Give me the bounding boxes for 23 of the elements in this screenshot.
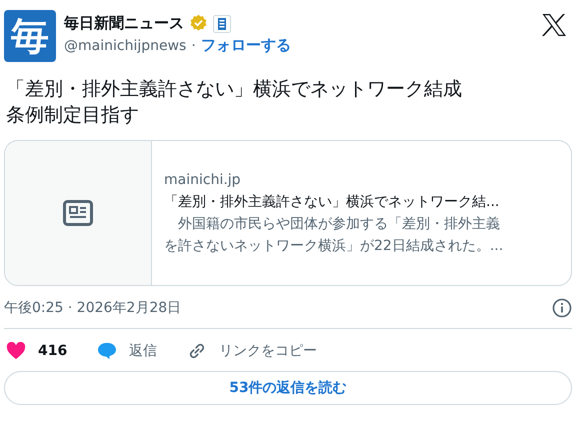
link-domain: mainichi.jp: [164, 170, 242, 190]
timestamp[interactable]: 午後0:25 · 2026年2月28日: [4, 299, 182, 317]
link-title: 「差別・排外主義許さない」横浜でネットワーク結...: [164, 192, 500, 212]
x-logo-icon[interactable]: [542, 14, 566, 36]
copy-button[interactable]: リンクをコピー: [187, 341, 318, 361]
newspaper-badge-icon: [213, 14, 231, 32]
heart-icon: [6, 342, 26, 360]
tweet-text: 「差別・排外主義許さない」横浜でネットワーク結成: [6, 77, 463, 102]
avatar-logo[interactable]: 毎: [4, 10, 56, 62]
link-description: 外国籍の市民らや団体が参加する「差別・排外主義: [177, 214, 501, 234]
reply-button[interactable]: 返信: [97, 342, 158, 360]
info-icon[interactable]: [552, 298, 572, 318]
account-handle: @mainichijpnews: [64, 38, 186, 54]
tweet-text: 条例制定目指す: [6, 103, 140, 128]
speech-bubble-icon: [97, 342, 118, 360]
like-button[interactable]: 416: [6, 342, 68, 360]
link-description: を許さないネットワーク横浜」が22日結成された。...: [164, 236, 504, 256]
read-replies-button[interactable]: 53件の返信を読む: [4, 371, 572, 405]
account-name[interactable]: 毎日新聞ニュース: [64, 14, 184, 33]
link-card[interactable]: mainichi.jp 「差別・排外主義許さない」横浜でネットワーク結... 外国籍の市民らや団体が参加する「差別・排外主義 を許さないネットワーク横浜」が22日結成された。...: [4, 140, 572, 286]
follow-link[interactable]: フォローする: [200, 36, 291, 55]
separator-dot: ·: [191, 38, 196, 54]
article-icon: [63, 200, 93, 226]
